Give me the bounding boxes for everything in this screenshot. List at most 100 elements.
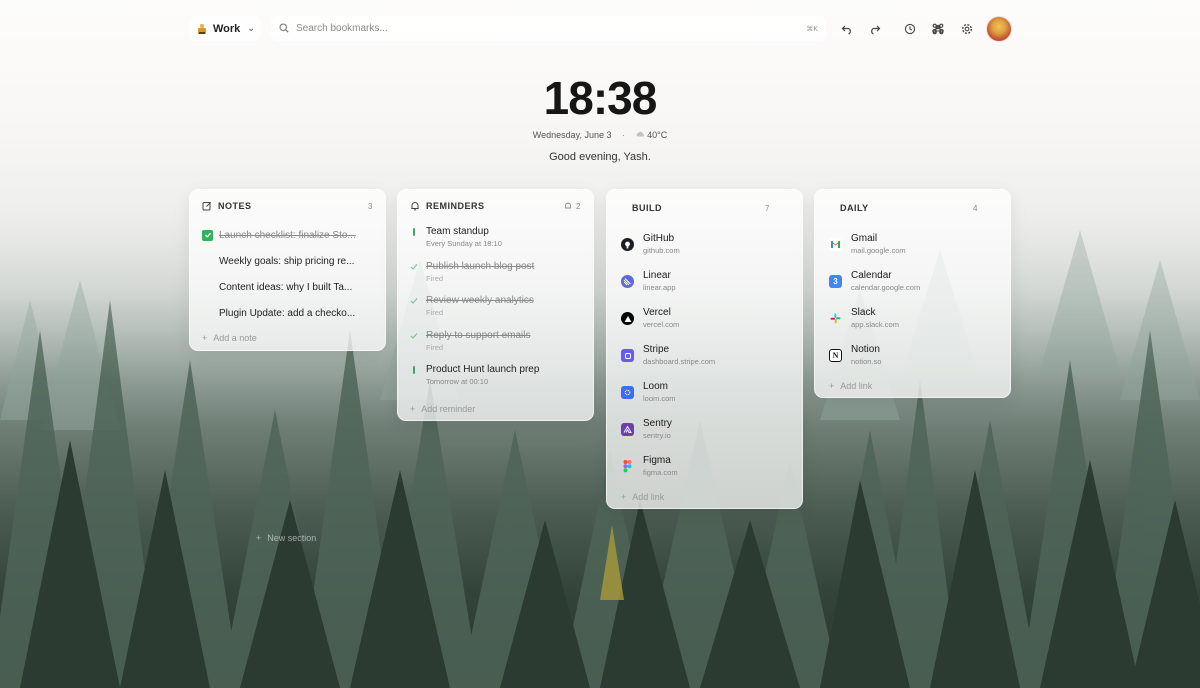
note-item[interactable]: Launch checklist: finalize Sto... [190,222,385,248]
reminder-title: Reply to support emails [426,329,531,341]
reminder-done-icon [410,263,418,271]
chevron-down-icon: ⌄ [247,23,255,33]
reminder-schedule: Every Sunday at 18:10 [426,239,502,248]
add-link-label: Add link [840,381,873,391]
link-name: Sentry [643,418,672,429]
search-input[interactable] [296,23,800,34]
linear-icon [621,275,634,288]
reminder-item[interactable]: Review weekly analytics Fired [398,291,593,326]
note-text: Weekly goals: ship pricing re... [219,255,355,267]
link-name: Stripe [643,344,670,355]
bookmark-link[interactable]: Stripe dashboard.stripe.com [607,337,802,374]
notion-icon: N [829,349,842,362]
clock-time: 18:38 [543,72,658,124]
link-url: app.slack.com [851,320,899,329]
build-card: BUILD 7 GitHub github.com Linear linear.ap… [606,189,803,509]
link-url: linear.app [643,283,676,292]
notes-count: 3 [368,201,373,211]
link-url: dashboard.stripe.com [643,357,716,366]
link-name: Calendar [851,270,892,281]
link-url: calendar.google.com [851,283,921,292]
bell-icon [410,201,421,212]
reminder-item[interactable]: Team standup Every Sunday at 18:10 [398,222,593,257]
reminder-done-icon [410,332,418,340]
note-item[interactable]: Plugin Update: add a checko... [190,300,385,326]
note-item[interactable]: Weekly goals: ship pricing re... [190,248,385,274]
top-bar: Work ⌄ ⌘K [189,16,1013,42]
reminder-title: Product Hunt launch prep [426,364,540,375]
link-url: sentry.io [643,431,671,440]
search-shortcut: ⌘K [806,24,818,33]
separator-dot: · [622,130,626,140]
figma-icon [621,460,634,473]
reminder-title: Team standup [426,226,489,237]
bookmark-link[interactable]: N Notion notion.so [815,337,1010,374]
build-header: BUILD 7 [607,190,802,226]
settings-gear-icon[interactable] [958,20,975,37]
bookmark-link[interactable]: Slack app.slack.com [815,300,1010,337]
user-avatar[interactable] [986,16,1012,42]
reminder-item[interactable]: Publish launch blog post Fired [398,257,593,292]
add-link-button[interactable]: + Add link [815,374,1010,398]
history-icon[interactable] [901,20,918,37]
link-url: figma.com [643,468,678,477]
link-url: github.com [643,246,680,255]
reminder-pending-icon [410,366,418,374]
reminder-title: Review weekly analytics [426,295,534,306]
weather-icon [636,130,648,140]
command-icon[interactable] [929,20,946,37]
search-bar[interactable]: ⌘K [271,16,826,41]
reminder-item[interactable]: Reply to support emails Fired [398,326,593,361]
checkbox-checked-icon[interactable] [202,229,213,241]
date-text: Wednesday, June 3 [532,130,612,140]
bookmark-link[interactable]: Figma figma.com [607,448,802,485]
weather-temp: 40°C [647,130,668,140]
add-link-button[interactable]: + Add link [607,485,802,509]
notes-title: NOTES [218,201,252,211]
bookmark-link[interactable]: Gmail mail.google.com [815,226,1010,263]
link-name: Figma [643,455,671,466]
stripe-icon [621,349,634,362]
vercel-icon [621,312,634,325]
link-url: loom.com [643,394,676,403]
plus-icon: + [621,492,627,502]
add-link-label: Add link [632,492,665,502]
reminder-title: Publish launch blog post [426,260,535,272]
note-text: Launch checklist: finalize Sto... [219,229,356,241]
new-section-button[interactable]: + New section [256,533,316,543]
link-name: GitHub [643,233,675,244]
plus-icon: + [202,333,208,343]
daily-header: DAILY 4 [815,190,1010,226]
bookmark-link[interactable]: Vercel vercel.com [607,300,802,337]
bookmark-link[interactable]: Sentry sentry.io [607,411,802,448]
search-icon [279,20,289,38]
reminders-card: REMINDERS 2 Team standup Every Sunday at … [397,189,594,421]
reminder-item[interactable]: Product Hunt launch prep Tomorrow at 00:1… [398,360,593,395]
link-name: Linear [643,270,671,281]
link-name: Notion [851,344,880,355]
link-name: Gmail [851,233,878,244]
reminders-title: REMINDERS [426,201,485,211]
note-item[interactable]: Content ideas: why I built Ta... [190,274,385,300]
bookmark-link[interactable]: Loom loom.com [607,374,802,411]
add-note-button[interactable]: + Add a note [190,326,385,350]
reminders-count: 2 [564,202,581,211]
notes-card: NOTES 3 Launch checklist: finalize Sto..… [189,189,386,351]
workspace-switcher[interactable]: Work ⌄ [189,16,261,41]
redo-icon[interactable] [866,20,883,37]
note-text: Plugin Update: add a checko... [219,307,356,319]
reminder-schedule: Fired [426,273,444,283]
bookmark-link[interactable]: 3 Calendar calendar.google.com [815,263,1010,300]
new-section-label: New section [267,533,317,543]
bookmark-link[interactable]: GitHub github.com [607,226,802,263]
bookmark-link[interactable]: Linear linear.app [607,263,802,300]
daily-count: 4 [973,203,978,213]
undo-icon[interactable] [838,20,855,37]
reminder-done-icon [410,297,418,305]
plus-icon: + [829,381,835,391]
add-note-label: Add a note [213,333,257,343]
add-reminder-button[interactable]: + Add reminder [398,397,593,421]
reminder-schedule: Fired [426,308,444,317]
loom-icon [621,386,634,399]
calendar-icon: 3 [829,275,842,288]
